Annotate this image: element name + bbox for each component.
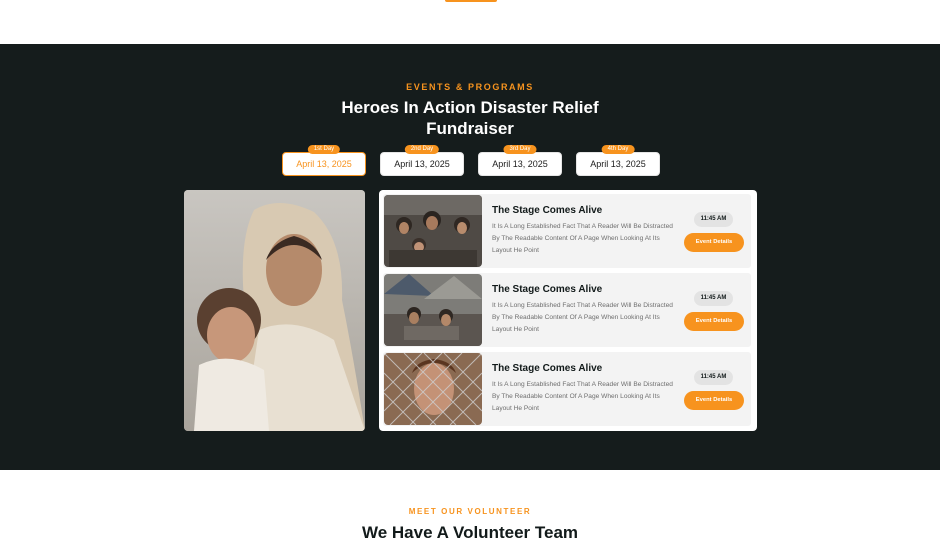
top-strip [0,0,940,44]
volunteer-eyebrow: MEET OUR VOLUNTEER [408,507,532,516]
event-time-badge: 11:45 AM [694,370,733,385]
events-title-line2: Fundraiser [426,119,514,138]
event-time-badge: 11:45 AM [694,291,733,306]
event-thumbnail [384,353,482,425]
day-tag: 4th Day [601,145,635,154]
event-title: The Stage Comes Alive [492,284,603,295]
volunteer-title: We Have A Volunteer Team [361,523,579,542]
event-details-button[interactable]: Event Details [684,312,744,331]
event-time-badge: 11:45 AM [694,212,733,227]
event-thumbnail [384,195,482,267]
events-eyebrow: EVENTS & PROGRAMS [406,82,534,92]
event-details-button[interactable]: Event Details [684,233,744,252]
day-tag: 1st Day [307,145,341,154]
day-date: April 13, 2025 [590,159,646,169]
events-title-line1: Heroes In Action Disaster Relief [341,98,599,117]
featured-photo [184,190,365,431]
event-card: The Stage Comes Alive It Is A Long Estab… [383,273,751,347]
day-date: April 13, 2025 [394,159,450,169]
event-description: It Is A Long Established Fact That A Rea… [492,381,673,412]
event-title: The Stage Comes Alive [492,205,603,216]
event-description: It Is A Long Established Fact That A Rea… [492,223,673,254]
tab-day-2[interactable]: 2nd Day April 13, 2025 [380,145,464,176]
day-date: April 13, 2025 [492,159,548,169]
top-accent-bar [445,0,497,2]
event-description: It Is A Long Established Fact That A Rea… [492,302,673,333]
event-card: The Stage Comes Alive It Is A Long Estab… [383,194,751,268]
tab-day-1[interactable]: 1st Day April 13, 2025 [282,145,366,176]
event-list: The Stage Comes Alive It Is A Long Estab… [379,190,757,431]
event-card: The Stage Comes Alive It Is A Long Estab… [383,352,751,426]
tab-day-4[interactable]: 4th Day April 13, 2025 [576,145,660,176]
day-tag: 2nd Day [404,145,440,154]
tab-day-3[interactable]: 3rd Day April 13, 2025 [478,145,562,176]
event-title: The Stage Comes Alive [492,363,603,374]
events-title: Heroes In Action Disaster Relief Fundrai… [310,97,630,139]
day-date: April 13, 2025 [296,159,352,169]
day-tag: 3rd Day [503,145,537,154]
event-thumbnail [384,274,482,346]
day-tabs: 1st Day April 13, 2025 2nd Day April 13,… [0,145,940,178]
events-section: EVENTS & PROGRAMS Heroes In Action Disas… [0,44,940,470]
event-details-button[interactable]: Event Details [684,391,744,410]
